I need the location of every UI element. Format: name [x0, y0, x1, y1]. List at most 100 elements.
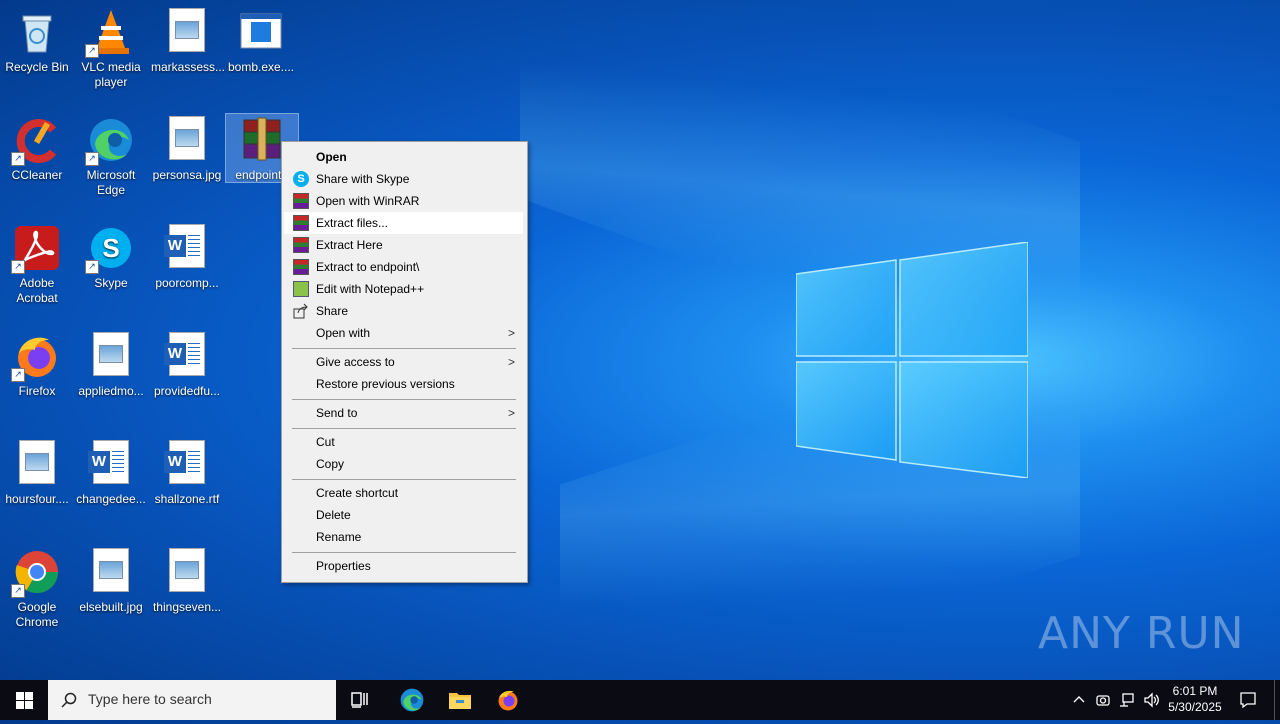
share-icon [293, 303, 309, 319]
chevron-right-icon: > [507, 326, 515, 340]
icon-label: thingseven... [152, 600, 222, 614]
word-document-icon: W [163, 440, 211, 488]
menu-item-rename[interactable]: Rename [284, 526, 523, 548]
icon-label: CCleaner [11, 168, 63, 182]
desktop-icon-skype[interactable]: S ↗ Skype [74, 218, 148, 291]
icon-label: personsa.jpg [152, 168, 222, 182]
taskbar: Type here to search 6:01 PM 5/30/2025 [0, 680, 1280, 720]
menu-item-send-to[interactable]: Send to > [284, 402, 523, 424]
desktop-icon-poorcomp[interactable]: W poorcomp... [150, 218, 224, 291]
desktop-icon-shallzone[interactable]: W shallzone.rtf [150, 434, 224, 507]
menu-item-restore-previous-versions[interactable]: Restore previous versions [284, 373, 523, 395]
desktop-icon-providedfu[interactable]: W providedfu... [150, 326, 224, 399]
shortcut-arrow-icon: ↗ [11, 260, 25, 274]
ccleaner-icon: ↗ [11, 116, 61, 166]
skype-icon: S [293, 171, 309, 187]
desktop-icon-edge[interactable]: ↗ Microsoft Edge [74, 110, 148, 198]
icon-label: markassess... [151, 60, 226, 74]
desktop-icon-recycle-bin[interactable]: Recycle Bin [0, 2, 74, 75]
taskbar-firefox-button[interactable] [488, 680, 528, 720]
winrar-icon [293, 259, 309, 275]
winrar-archive-icon [238, 116, 286, 164]
shortcut-arrow-icon: ↗ [85, 260, 99, 274]
menu-item-create-shortcut[interactable]: Create shortcut [284, 482, 523, 504]
desktop-icon-adobe-acrobat[interactable]: ↗ Adobe Acrobat [0, 218, 74, 306]
show-desktop-divider[interactable] [1274, 680, 1275, 720]
firefox-icon: ↗ [11, 332, 61, 382]
icon-label: Google Chrome [15, 600, 59, 629]
icon-label: shallzone.rtf [154, 492, 220, 506]
menu-item-edit-with-notepadpp[interactable]: Edit with Notepad++ [284, 278, 523, 300]
menu-separator [292, 428, 516, 429]
clock-time: 6:01 PM [1172, 684, 1218, 698]
image-file-icon [163, 8, 211, 56]
menu-item-copy[interactable]: Copy [284, 453, 523, 475]
anyrun-watermark: ANY RUN [1038, 608, 1245, 659]
desktop-icon-markassess[interactable]: markassess... [150, 2, 226, 75]
notepadpp-icon [293, 281, 309, 297]
start-button[interactable] [0, 680, 48, 720]
icon-label: Microsoft Edge [86, 168, 136, 197]
tray-volume-button[interactable] [1140, 680, 1162, 720]
desktop-icon-personsa[interactable]: personsa.jpg [150, 110, 224, 183]
vlc-cone-icon: ↗ [85, 8, 135, 58]
context-menu: Open S Share with Skype Open with WinRAR … [281, 141, 528, 583]
desktop-icon-ccleaner[interactable]: ↗ CCleaner [0, 110, 74, 183]
desktop-icon-google-chrome[interactable]: ↗ Google Chrome [0, 542, 74, 630]
icon-label: providedfu... [153, 384, 221, 398]
menu-separator [292, 348, 516, 349]
action-center-button[interactable] [1232, 680, 1264, 720]
desktop-icon-thingseven[interactable]: thingseven... [150, 542, 224, 615]
desktop-icon-changedee[interactable]: W changedee... [74, 434, 148, 507]
winrar-icon [293, 215, 309, 231]
notification-icon [1240, 692, 1256, 709]
chevron-right-icon: > [507, 406, 515, 420]
menu-item-extract-files[interactable]: Extract files... [284, 212, 523, 234]
image-file-icon [163, 548, 211, 596]
clock-date: 5/30/2025 [1168, 700, 1222, 714]
network-icon [1120, 693, 1134, 707]
desktop-icon-bomb-exe[interactable]: bomb.exe.... [224, 2, 298, 75]
menu-item-properties[interactable]: Properties [284, 555, 523, 577]
menu-item-cut[interactable]: Cut [284, 431, 523, 453]
desktop-icon-firefox[interactable]: ↗ Firefox [0, 326, 74, 399]
icon-label: Adobe Acrobat [16, 276, 58, 305]
menu-item-delete[interactable]: Delete [284, 504, 523, 526]
menu-separator [292, 479, 516, 480]
word-document-icon: W [163, 224, 211, 272]
menu-item-share-with-skype[interactable]: S Share with Skype [284, 168, 523, 190]
show-hidden-icons-button[interactable] [1068, 680, 1090, 720]
menu-item-extract-to-endpoint[interactable]: Extract to endpoint\ [284, 256, 523, 278]
tray-network-button[interactable] [1116, 680, 1138, 720]
icon-label: poorcomp... [155, 276, 219, 290]
shortcut-arrow-icon: ↗ [85, 44, 99, 58]
image-file-icon [87, 332, 135, 380]
shortcut-arrow-icon: ↗ [11, 152, 25, 166]
skype-icon: S ↗ [85, 224, 135, 274]
taskbar-edge-button[interactable] [392, 680, 432, 720]
taskbar-search-box[interactable]: Type here to search [48, 680, 336, 720]
icon-label: Recycle Bin [5, 60, 69, 74]
icon-label: appliedmo... [78, 384, 144, 398]
firefox-icon [498, 690, 518, 711]
desktop-icon-appliedmo[interactable]: appliedmo... [74, 326, 148, 399]
edge-icon [400, 688, 424, 712]
taskbar-file-explorer-button[interactable] [440, 680, 480, 720]
task-view-button[interactable] [340, 680, 380, 720]
tray-meet-now-button[interactable] [1092, 680, 1114, 720]
folder-icon [449, 693, 471, 709]
menu-item-give-access-to[interactable]: Give access to > [284, 351, 523, 373]
desktop-icon-vlc[interactable]: ↗ VLC media player [74, 2, 148, 90]
icon-label: VLC media player [81, 60, 141, 89]
desktop-icon-elsebuilt[interactable]: elsebuilt.jpg [74, 542, 148, 615]
desktop-icon-hoursfour[interactable]: hoursfour.... [0, 434, 74, 507]
menu-item-open-with-winrar[interactable]: Open with WinRAR [284, 190, 523, 212]
icon-label: bomb.exe.... [227, 60, 295, 74]
menu-item-share[interactable]: Share [284, 300, 523, 322]
menu-item-extract-here[interactable]: Extract Here [284, 234, 523, 256]
word-document-icon: W [163, 332, 211, 380]
taskbar-clock[interactable]: 6:01 PM 5/30/2025 [1160, 683, 1230, 715]
menu-item-open-with[interactable]: Open with > [284, 322, 523, 344]
icon-label: hoursfour.... [5, 492, 69, 506]
menu-item-open[interactable]: Open [284, 146, 523, 168]
